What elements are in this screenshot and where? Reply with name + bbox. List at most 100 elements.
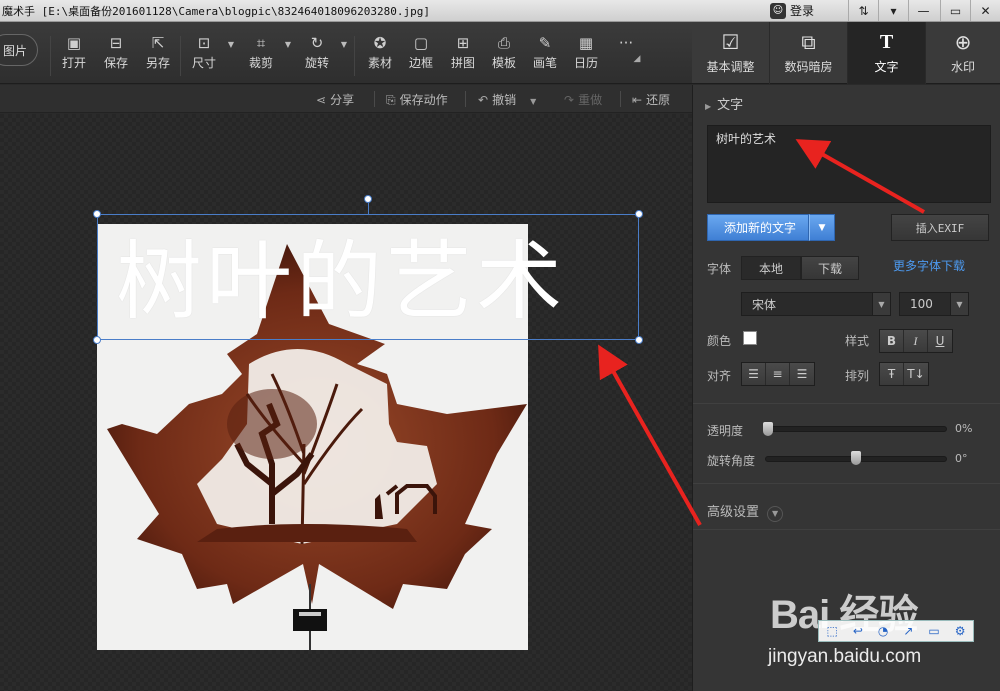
restore-icon: ⇤ (632, 93, 643, 107)
canvas-area[interactable]: 树叶的艺术 (0, 114, 692, 691)
more-icon: ··· (618, 34, 634, 52)
text-input-area[interactable]: 树叶的艺术 (707, 125, 991, 203)
tool-brush[interactable]: ✎ 画笔 (525, 34, 565, 71)
login-button[interactable]: ☺ 登录 (770, 2, 814, 19)
chevron-down-icon[interactable]: ▼ (341, 40, 347, 49)
tab-watermark[interactable]: ⊕ 水印 (926, 22, 1000, 84)
rotate-handle[interactable] (364, 195, 372, 203)
crop-icon: ⌗ (256, 34, 266, 52)
share-button[interactable]: ⋖ 分享 (316, 91, 354, 108)
advanced-settings-label: 高级设置 (707, 505, 760, 520)
bold-button[interactable]: B (880, 330, 904, 352)
resize-handle[interactable] (93, 336, 101, 344)
horizontal-text-icon[interactable]: Ŧ (880, 363, 904, 385)
align-left-icon[interactable]: ☰ (742, 363, 766, 385)
more-fonts-link[interactable]: 更多字体下载 (893, 257, 965, 274)
user-face-icon: ☺ (770, 2, 786, 19)
text-color-swatch[interactable] (743, 331, 757, 345)
tab-label: 文字 (874, 60, 899, 74)
style-label: 样式 (845, 334, 870, 348)
align-center-icon[interactable]: ≡ (766, 363, 790, 385)
watermark-icon-1: ⬚ (826, 624, 838, 638)
add-text-dropdown-button[interactable]: ▼ (809, 214, 835, 241)
text-selection-box[interactable]: 树叶的艺术 (93, 195, 643, 344)
minimize-button[interactable]: — (908, 0, 938, 21)
opacity-slider-thumb[interactable] (763, 422, 773, 436)
section-title[interactable]: ▶ 文字 (705, 94, 743, 113)
maximize-button[interactable]: ▭ (940, 0, 970, 21)
login-label: 登录 (790, 4, 815, 18)
tool-calendar[interactable]: ▦ 日历 (566, 34, 606, 71)
tab-darkroom[interactable]: ⧉ 数码暗房 (770, 22, 848, 84)
undo-button[interactable]: ↶ 撤销 ▼ (478, 91, 536, 108)
template-icon: ⎙ (497, 34, 510, 52)
tab-basic-adjust[interactable]: ☑ 基本调整 (692, 22, 770, 84)
opacity-slider[interactable] (765, 426, 947, 432)
tool-border[interactable]: ▢ 边框 (401, 34, 441, 71)
action-divider (620, 91, 621, 107)
opacity-value: 0% (955, 422, 973, 435)
align-right-icon[interactable]: ☰ (790, 363, 814, 385)
add-text-button[interactable]: 添加新的文字 (707, 214, 809, 241)
tool-open[interactable]: ▣ 打开 (54, 34, 94, 71)
maximize-icon: ▭ (949, 3, 962, 18)
rotation-value: 0° (955, 452, 968, 465)
font-size-value: 100 (910, 297, 933, 311)
italic-button[interactable]: I (904, 330, 928, 352)
tool-collage[interactable]: ⊞ 拼图 (443, 34, 483, 71)
save-action-label: 保存动作 (399, 93, 448, 107)
brush-icon: ✎ (538, 34, 552, 52)
underline-button[interactable]: U (928, 330, 952, 352)
font-size-select[interactable]: 100 ▼ (899, 292, 969, 316)
resize-handle[interactable] (93, 210, 101, 218)
undo-label: 撤销 (492, 93, 517, 107)
vertical-text-icon[interactable]: T↓ (904, 363, 928, 385)
canvas-overlay-text[interactable]: 树叶的艺术 (116, 211, 566, 336)
collage-icon: ⊞ (456, 34, 470, 52)
redo-button[interactable]: ↷ 重做 (564, 91, 602, 108)
watermark-icon: ⊕ (954, 30, 972, 54)
watermark-icon-4: ↗ (903, 624, 914, 638)
restore-button[interactable]: ⇤ 还原 (632, 91, 670, 108)
close-button[interactable]: ✕ (970, 0, 1000, 21)
undo-icon: ↶ (478, 93, 489, 107)
tool-more[interactable]: ··· ◢ (606, 34, 646, 64)
tab-text[interactable]: T 文字 (848, 22, 926, 84)
chevron-down-icon[interactable]: ▼ (530, 97, 536, 106)
redo-label: 重做 (578, 93, 603, 107)
insert-exif-button[interactable]: 插入EXIF (891, 214, 989, 241)
save-action-button[interactable]: ⎘ 保存动作 (386, 91, 448, 108)
tool-resize[interactable]: ⊡ 尺寸 ▼ (184, 34, 234, 71)
watermark-icon-5: ▭ (928, 624, 940, 638)
menu-button[interactable]: ▾ (878, 0, 908, 21)
skin-icon: ⇅ (858, 3, 869, 18)
advanced-settings-toggle[interactable]: 高级设置 ▼ (707, 501, 784, 522)
tool-rotate[interactable]: ↻ 旋转 ▼ (297, 34, 347, 71)
tool-label: 拼图 (450, 56, 475, 70)
chevron-down-icon[interactable]: ▼ (228, 40, 234, 49)
tool-template[interactable]: ⎙ 模板 (484, 34, 524, 71)
saveas-icon: ⇱ (151, 34, 165, 52)
tool-crop[interactable]: ⌗ 裁剪 ▼ (241, 34, 291, 71)
resize-handle[interactable] (635, 336, 643, 344)
panel-divider (693, 529, 1000, 530)
tool-save[interactable]: ⊟ 保存 (96, 34, 136, 71)
chevron-down-icon: ▼ (950, 293, 968, 315)
chevron-down-icon[interactable]: ▼ (285, 40, 291, 49)
font-name-value: 宋体 (752, 297, 777, 312)
font-name-select[interactable]: 宋体 ▼ (741, 292, 891, 316)
tool-saveas[interactable]: ⇱ 另存 (138, 34, 178, 71)
gear-icon: ⚙ (954, 624, 966, 638)
style-button-group: B I U (879, 329, 953, 353)
chevron-down-icon: ▼ (818, 222, 826, 233)
tool-label: 尺寸 (191, 56, 216, 70)
open-picture-button[interactable]: 图片 (0, 34, 38, 66)
rotation-slider-thumb[interactable] (851, 451, 861, 465)
tool-label: 打开 (61, 56, 86, 70)
rotation-label: 旋转角度 (707, 454, 756, 468)
tool-material[interactable]: ✪ 素材 (360, 34, 400, 71)
skin-button[interactable]: ⇅ (848, 0, 878, 21)
resize-handle[interactable] (635, 210, 643, 218)
font-tab-local[interactable]: 本地 (741, 256, 801, 280)
font-tab-download[interactable]: 下载 (801, 256, 859, 280)
